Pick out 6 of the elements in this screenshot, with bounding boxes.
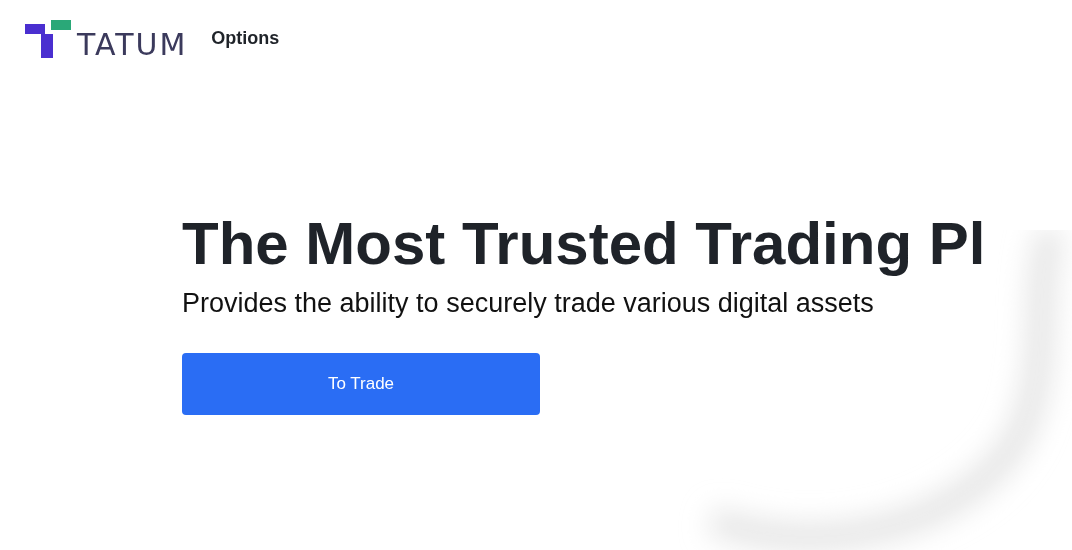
nav-link[interactable]: Options: [211, 28, 280, 49]
logo-text: TATUM: [77, 30, 188, 60]
hero-subtitle: Provides the ability to securely trade various digital assets: [182, 288, 874, 319]
logo-icon: [25, 20, 73, 60]
trade-button[interactable]: To Trade: [182, 353, 540, 415]
hero-title: The Most Trusted Trading Pl: [182, 209, 986, 279]
